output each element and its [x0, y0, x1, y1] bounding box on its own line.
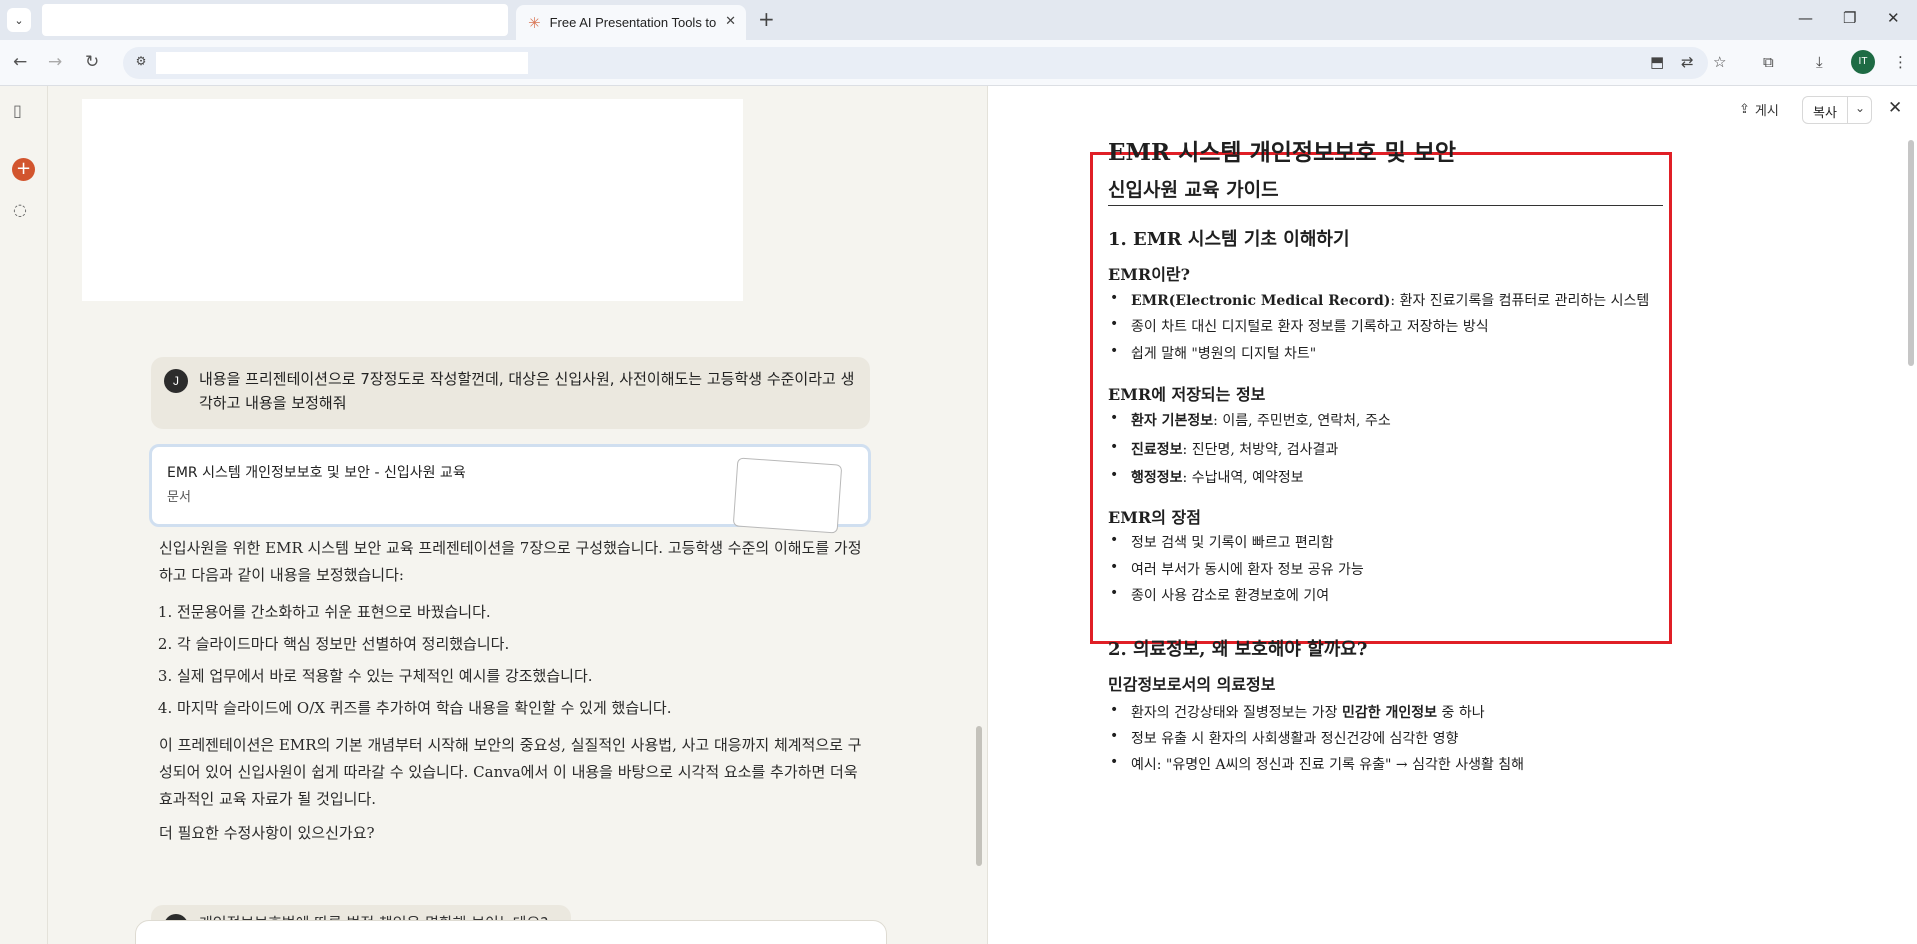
subsection-heading: EMR이란? [1108, 265, 1191, 284]
close-icon[interactable]: ✕ [1888, 98, 1902, 118]
download-icon[interactable]: ⤓ [1816, 53, 1823, 71]
share-icon: ⇪ [1739, 102, 1750, 117]
list-item: 쉽게 말해 "병원의 디지털 차트" [1110, 343, 1317, 363]
doc-divider [1108, 205, 1663, 206]
sidebar-toggle-icon[interactable]: ▯ [13, 101, 22, 120]
puzzle-icon[interactable]: ⧉ [1763, 53, 1774, 71]
list-item-text: 쉽게 말해 "병원의 디지털 차트" [1131, 346, 1317, 362]
plus-icon: + [15, 158, 32, 179]
copy-button[interactable]: 복사 ⌄ [1802, 96, 1872, 124]
assistant-point: 마지막 슬라이드에 O/X 퀴즈를 추가하여 학습 내용을 확인할 수 있게 했… [177, 692, 864, 724]
user-avatar: J [164, 369, 188, 393]
list-item-text: 정보 검색 및 기록이 빠르고 편리함 [1131, 535, 1334, 551]
list-item: EMR(Electronic Medical Record): 환자 진료기록을… [1110, 290, 1650, 310]
assistant-closing: 더 필요한 수정사항이 있으신가요? [159, 824, 375, 842]
restore-button[interactable]: ❐ [1843, 9, 1856, 27]
copy-label: 복사 [1813, 106, 1837, 121]
list-item: 정보 유출 시 환자의 사회생활과 정신건강에 심각한 영향 [1110, 728, 1459, 748]
panel-scrollbar[interactable] [1908, 140, 1914, 366]
translate-icon[interactable]: ⇄ [1681, 53, 1694, 71]
list-item-bold: EMR(Electronic Medical Record) [1131, 293, 1391, 309]
list-item: 종이 차트 대신 디지털로 환자 정보를 기록하고 저장하는 방식 [1110, 316, 1489, 336]
assistant-intro: 신입사원을 위한 EMR 시스템 보안 교육 프레젠테이션을 7장으로 구성했습… [159, 539, 862, 584]
list-item-text: 종이 사용 감소로 환경보호에 기여 [1131, 588, 1330, 604]
tab-bar: ⌄ ✳ Free AI Presentation Tools to E ✕ + … [0, 0, 1917, 40]
claude-logo-icon: ✳ [528, 13, 541, 32]
chevron-down-icon: ⌄ [14, 13, 24, 27]
close-window-button[interactable]: ✕ [1887, 9, 1900, 27]
list-item-text: 예시: "유명인 A씨의 정신과 진료 기록 유출" → 심각한 사생활 침해 [1131, 757, 1525, 773]
install-app-icon[interactable]: ⬒ [1650, 53, 1664, 71]
section-heading: 2. 의료정보, 왜 보호해야 할까요? [1108, 639, 1368, 660]
tab-title: Free AI Presentation Tools to E [549, 15, 720, 30]
chat-column: J 내용을 프리젠테이션으로 7장정도로 작성할껀데, 대상은 신입사원, 사전… [48, 86, 987, 944]
assistant-point: 실제 업무에서 바로 적용할 수 있는 구체적인 예시를 강조했습니다. [177, 660, 864, 692]
assistant-point: 전문용어를 간소화하고 쉬운 표현으로 바꿨습니다. [177, 596, 864, 628]
document-thumbnail [732, 457, 843, 534]
chevron-down-icon[interactable]: ⌄ [1855, 101, 1865, 115]
document-card[interactable]: EMR 시스템 개인정보보호 및 보안 - 신입사원 교육 문서 [149, 444, 871, 534]
list-item-text: 여러 부서가 동시에 환자 정보 공유 가능 [1131, 562, 1364, 578]
minimize-button[interactable]: — [1798, 9, 1813, 27]
list-item-bold: 진료정보 [1131, 442, 1183, 458]
profile-avatar[interactable]: IT [1851, 50, 1875, 74]
star-icon[interactable]: ☆ [1713, 53, 1726, 71]
chat-scrollbar[interactable] [976, 726, 982, 866]
tab-inactive[interactable] [42, 4, 508, 36]
list-item: 정보 검색 및 기록이 빠르고 편리함 [1110, 532, 1334, 552]
list-item-text: : 환자 진료기록을 컴퓨터로 관리하는 시스템 [1390, 293, 1650, 309]
url-field[interactable] [156, 52, 528, 74]
address-bar[interactable]: ⚙ [123, 47, 1708, 79]
assistant-message: 신입사원을 위한 EMR 시스템 보안 교육 프레젠테이션을 7장으로 구성했습… [159, 535, 864, 854]
kebab-menu-icon[interactable]: ⋮ [1893, 53, 1908, 71]
list-item-text: 종이 차트 대신 디지털로 환자 정보를 기록하고 저장하는 방식 [1131, 319, 1489, 335]
copy-divider [1847, 97, 1848, 123]
list-item: 예시: "유명인 A씨의 정신과 진료 기록 유출" → 심각한 사생활 침해 [1110, 754, 1525, 774]
app-sidebar: ▯ + ◌ [0, 86, 48, 944]
assistant-point: 각 슬라이드마다 핵심 정보만 선별하여 정리했습니다. [177, 628, 864, 660]
user-message-text: 내용을 프리젠테이션으로 7장정도로 작성할껀데, 대상은 신입사원, 사전이해… [199, 370, 855, 412]
list-item: 행정정보: 수납내역, 예약정보 [1110, 467, 1304, 487]
subsection-heading: EMR의 장점 [1108, 508, 1201, 527]
list-item: 여러 부서가 동시에 환자 정보 공유 가능 [1110, 559, 1364, 579]
subsection-heading: EMR에 저장되는 정보 [1108, 385, 1266, 404]
document-card-title: EMR 시스템 개인정보보호 및 보안 - 신입사원 교육 [167, 465, 466, 481]
section-heading: 1. EMR 시스템 기초 이해하기 [1108, 229, 1350, 250]
list-item-bold: 행정정보 [1131, 470, 1183, 486]
tab-active[interactable]: ✳ Free AI Presentation Tools to E ✕ [516, 5, 746, 40]
list-item-text: 중 하나 [1437, 705, 1485, 721]
list-item-text: 환자의 건강상태와 질병정보는 가장 [1131, 705, 1342, 721]
list-item-text: 정보 유출 시 환자의 사회생활과 정신건강에 심각한 영향 [1131, 731, 1459, 747]
new-tab-button[interactable]: + [758, 8, 775, 30]
assistant-points: 전문용어를 간소화하고 쉬운 표현으로 바꿨습니다. 각 슬라이드마다 핵심 정… [177, 596, 864, 724]
tab-close-icon[interactable]: ✕ [725, 14, 736, 29]
artifact-preview [82, 99, 743, 301]
browser-toolbar: ← → ↻ ⚙ ⬒ ⇄ ☆ ⧉ ⤓ IT ⋮ [0, 40, 1917, 86]
user-message: J 내용을 프리젠테이션으로 7장정도로 작성할껀데, 대상은 신입사원, 사전… [151, 357, 870, 429]
list-item-text: : 이름, 주민번호, 연락처, 주소 [1213, 413, 1391, 429]
list-item: 진료정보: 진단명, 처방약, 검사결과 [1110, 439, 1339, 459]
list-item-bold: 환자 기본정보 [1131, 413, 1214, 429]
reload-icon[interactable]: ↻ [85, 52, 99, 72]
share-button[interactable]: ⇪ 게시 [1739, 100, 1779, 119]
doc-subtitle: 신입사원 교육 가이드 [1108, 179, 1279, 201]
list-item: 환자의 건강상태와 질병정보는 가장 민감한 개인정보 중 하나 [1110, 702, 1485, 722]
list-item-text: : 수납내역, 예약정보 [1182, 470, 1304, 486]
new-chat-button[interactable]: + [12, 158, 35, 181]
list-item-bold: 민감한 개인정보 [1342, 705, 1438, 721]
assistant-summary: 이 프레젠테이션은 EMR의 기본 개념부터 시작해 보안의 중요성, 실질적인… [159, 736, 862, 808]
doc-title: EMR 시스템 개인정보보호 및 보안 [1108, 139, 1457, 166]
list-item: 환자 기본정보: 이름, 주민번호, 연락처, 주소 [1110, 410, 1391, 430]
back-arrow-icon[interactable]: ← [13, 52, 27, 72]
chat-bubble-icon[interactable]: ◌ [13, 200, 27, 219]
subsection-heading: 민감정보로서의 의료정보 [1108, 675, 1276, 694]
document-card-type: 문서 [167, 490, 191, 505]
tune-icon[interactable]: ⚙ [131, 54, 151, 72]
share-label: 게시 [1754, 104, 1779, 119]
forward-arrow-icon[interactable]: → [48, 52, 62, 72]
message-composer[interactable] [135, 920, 887, 944]
list-item: 종이 사용 감소로 환경보호에 기여 [1110, 585, 1330, 605]
list-item-text: : 진단명, 처방약, 검사결과 [1182, 442, 1339, 458]
tab-search-button[interactable]: ⌄ [7, 8, 31, 32]
